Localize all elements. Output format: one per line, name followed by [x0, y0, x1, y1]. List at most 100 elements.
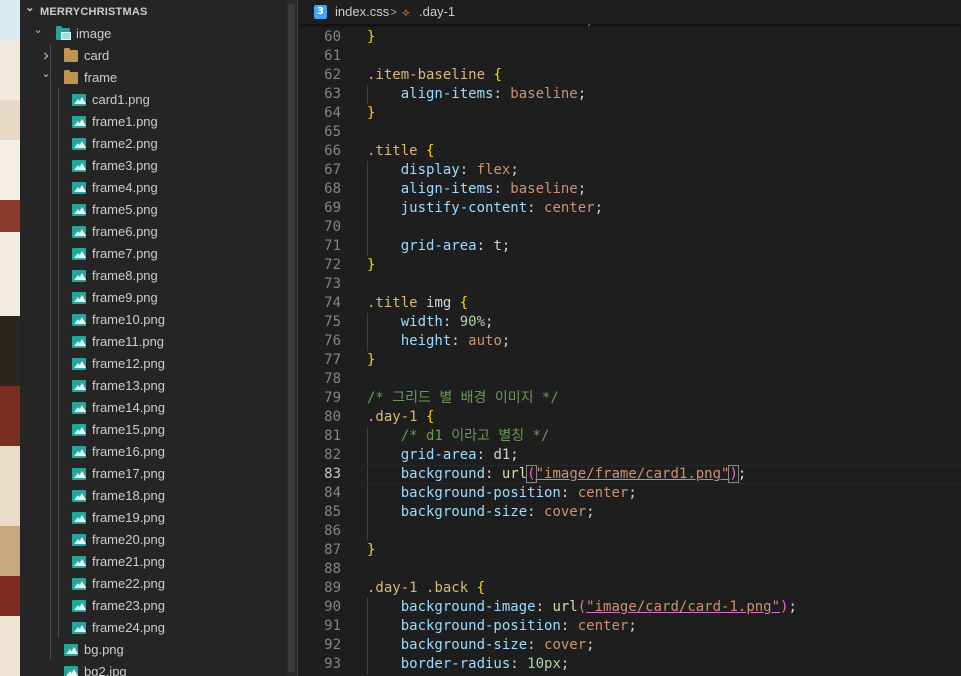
file-explorer: ⌄ MERRYCHRISTMAS ⌄ image › card ⌄ frame card1.pn… — [20, 0, 286, 676]
code-line[interactable]: 71 grid-area: t; — [298, 237, 961, 256]
image-file-icon — [72, 182, 86, 194]
explorer-item[interactable]: frame5.png — [20, 199, 286, 221]
code-line[interactable]: 79 /* 그리드 별 배경 이미지 */ — [298, 389, 961, 408]
code-line[interactable]: 86 — [298, 522, 961, 541]
explorer-item[interactable]: ⌄ image — [20, 23, 286, 45]
image-file-icon — [72, 578, 86, 590]
breadcrumb-symbol[interactable]: .day-1 — [419, 0, 455, 24]
code-text: } — [367, 541, 375, 560]
code-text: background-size: cover; — [367, 636, 595, 655]
code-editor[interactable]: 3 index.css > ⟡ .day-1 flex-direction: c… — [298, 0, 961, 676]
code-line[interactable]: 70 — [298, 218, 961, 237]
explorer-item-label: frame14.png — [92, 400, 165, 415]
explorer-item[interactable]: frame6.png — [20, 221, 286, 243]
explorer-item[interactable]: bg2.jpg — [20, 661, 286, 676]
punctuation — [367, 618, 401, 634]
punctuation: : — [527, 504, 545, 520]
code-text: } — [367, 104, 375, 123]
explorer-item[interactable]: frame1.png — [20, 111, 286, 133]
code-line[interactable]: 85 background-size: cover; — [298, 503, 961, 522]
code-line[interactable]: 75 width: 90%; — [298, 313, 961, 332]
code-line[interactable]: 93 border-radius: 10px; — [298, 655, 961, 674]
punctuation: : — [485, 466, 502, 482]
explorer-item[interactable]: frame4.png — [20, 177, 286, 199]
code-line[interactable]: 81 /* d1 이라고 별칭 */ — [298, 427, 961, 446]
code-text: background-position: center; — [367, 484, 637, 503]
punctuation: ; — [510, 162, 519, 178]
explorer-item[interactable]: frame3.png — [20, 155, 286, 177]
explorer-item[interactable]: frame16.png — [20, 441, 286, 463]
punctuation — [418, 295, 426, 311]
code-line[interactable]: 83 background: url("image/frame/card1.pn… — [298, 465, 961, 484]
punctuation — [367, 314, 401, 330]
explorer-scrollbar[interactable] — [286, 0, 297, 676]
image-file-icon — [72, 116, 86, 128]
explorer-item-label: frame7.png — [92, 246, 158, 261]
code-line[interactable]: 77} — [298, 351, 961, 370]
code-line[interactable]: 91 background-position: center; — [298, 617, 961, 636]
punctuation — [418, 143, 426, 159]
code-line[interactable]: 89 .day-1 .back { — [298, 579, 961, 598]
explorer-item[interactable]: frame9.png — [20, 287, 286, 309]
explorer-item[interactable]: frame23.png — [20, 595, 286, 617]
code-line[interactable]: 68 align-items: baseline; — [298, 180, 961, 199]
explorer-item[interactable]: bg.png — [20, 639, 286, 661]
explorer-item[interactable]: › card — [20, 45, 286, 67]
code-line[interactable]: 61 — [298, 47, 961, 66]
code-line[interactable]: 88 — [298, 560, 961, 579]
code-line[interactable]: 63 align-items: baseline; — [298, 85, 961, 104]
code-line[interactable]: 80 .day-1 { — [298, 408, 961, 427]
punctuation — [367, 181, 401, 197]
explorer-item[interactable]: frame18.png — [20, 485, 286, 507]
explorer-scrollbar-thumb[interactable] — [288, 4, 295, 672]
code-line[interactable]: 65 — [298, 123, 961, 142]
paren: ( — [577, 599, 587, 615]
code-line[interactable]: 67 display: flex; — [298, 161, 961, 180]
image-file-icon — [72, 622, 86, 634]
explorer-item-label: frame3.png — [92, 158, 158, 173]
explorer-item[interactable]: frame15.png — [20, 419, 286, 441]
explorer-item[interactable]: frame12.png — [20, 353, 286, 375]
explorer-item[interactable]: frame20.png — [20, 529, 286, 551]
explorer-item[interactable]: frame24.png — [20, 617, 286, 639]
paren: ( — [526, 465, 537, 483]
code-line[interactable]: 64} — [298, 104, 961, 123]
explorer-item[interactable]: frame22.png — [20, 573, 286, 595]
explorer-item[interactable]: frame14.png — [20, 397, 286, 419]
explorer-item-label: frame5.png — [92, 202, 158, 217]
explorer-item[interactable]: card1.png — [20, 89, 286, 111]
code-line[interactable]: 60} — [298, 28, 961, 47]
explorer-item[interactable]: ⌄ frame — [20, 67, 286, 89]
explorer-root-folder[interactable]: ⌄ MERRYCHRISTMAS — [20, 1, 286, 23]
punctuation: ; — [586, 637, 595, 653]
explorer-item[interactable]: frame8.png — [20, 265, 286, 287]
code-line[interactable]: 66 .title { — [298, 142, 961, 161]
code-area[interactable]: flex-direction: column;60}6162.item-base… — [298, 0, 961, 676]
explorer-item[interactable]: frame11.png — [20, 331, 286, 353]
explorer-item[interactable]: frame17.png — [20, 463, 286, 485]
code-line[interactable]: 82 grid-area: d1; — [298, 446, 961, 465]
code-line[interactable]: 69 justify-content: center; — [298, 199, 961, 218]
code-line[interactable]: 73 — [298, 275, 961, 294]
explorer-item[interactable]: frame10.png — [20, 309, 286, 331]
code-line[interactable]: 92 background-size: cover; — [298, 636, 961, 655]
explorer-item-label: frame20.png — [92, 532, 165, 547]
code-line[interactable]: 74 .title img { — [298, 294, 961, 313]
code-line[interactable]: 87} — [298, 541, 961, 560]
code-line[interactable]: 78 — [298, 370, 961, 389]
explorer-item[interactable]: frame2.png — [20, 133, 286, 155]
line-number: 75 — [324, 314, 341, 330]
explorer-item[interactable]: frame21.png — [20, 551, 286, 573]
code-line[interactable]: 76 height: auto; — [298, 332, 961, 351]
css-value: baseline — [510, 181, 578, 197]
code-line[interactable]: 72} — [298, 256, 961, 275]
breadcrumb-file[interactable]: index.css — [335, 0, 389, 24]
line-number: 66 — [324, 143, 341, 159]
explorer-item[interactable]: frame19.png — [20, 507, 286, 529]
explorer-item[interactable]: frame13.png — [20, 375, 286, 397]
code-line[interactable]: 90 background-image: url("image/card/car… — [298, 598, 961, 617]
explorer-item[interactable]: frame7.png — [20, 243, 286, 265]
punctuation — [367, 238, 401, 254]
code-line[interactable]: 84 background-position: center; — [298, 484, 961, 503]
code-line[interactable]: 62 .item-baseline { — [298, 66, 961, 85]
